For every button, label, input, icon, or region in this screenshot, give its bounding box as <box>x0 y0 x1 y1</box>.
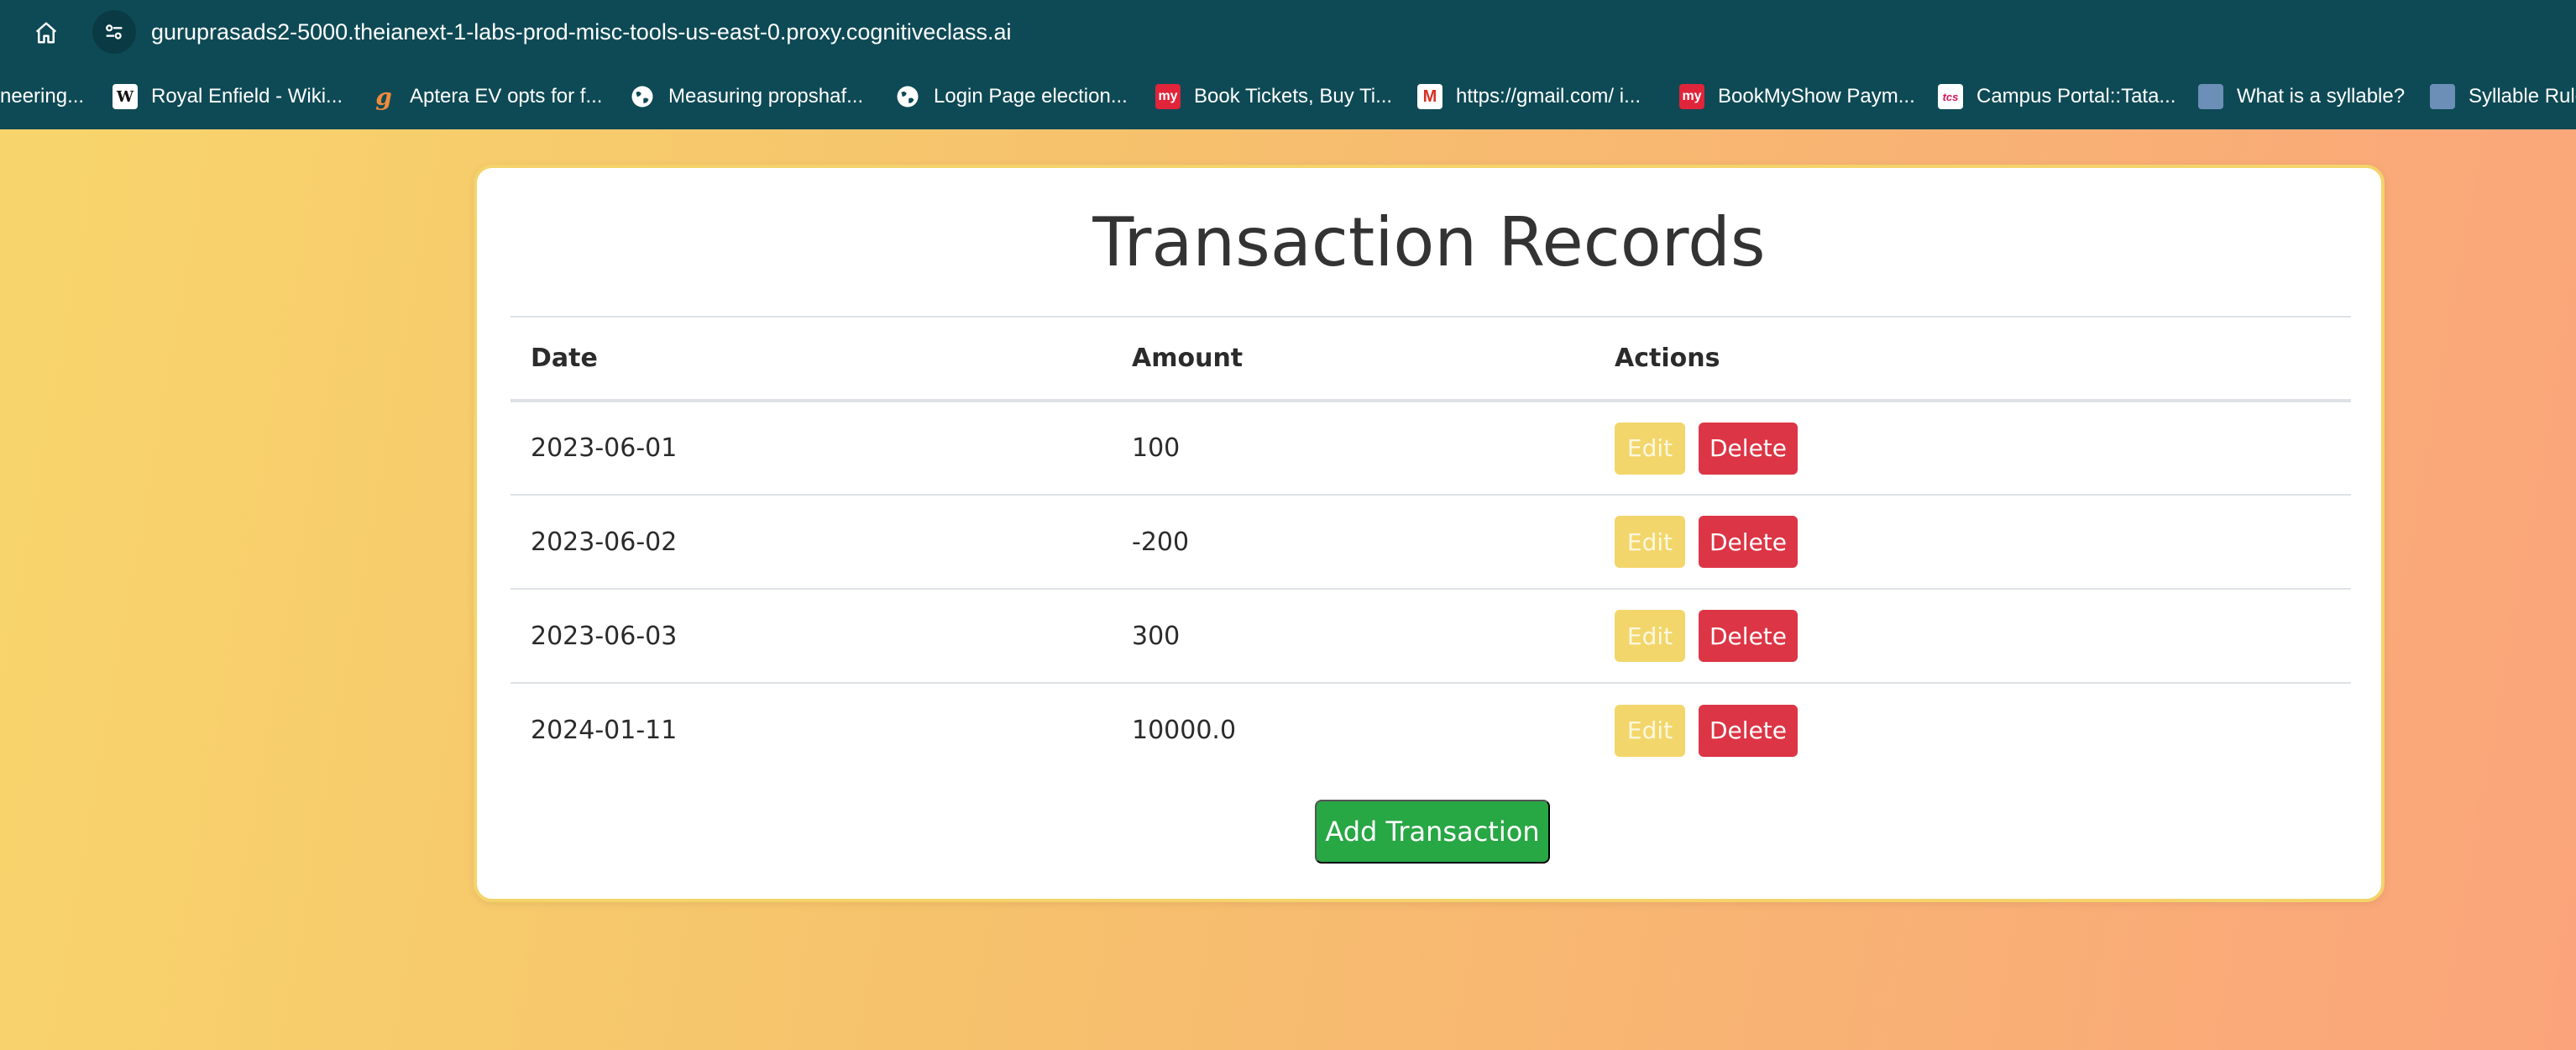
bookmark-item[interactable]: M https://gmail.com/ i... <box>1417 79 1641 114</box>
table-row: 2023-06-02 -200 Edit Delete <box>510 495 2351 590</box>
globe-icon <box>631 86 653 108</box>
bookmark-item[interactable]: Measuring propshaf... <box>630 79 863 114</box>
bookmark-label: Measuring propshaf... <box>668 85 864 108</box>
bookmark-label: Syllable Rule <box>2469 85 2576 108</box>
bookmark-label: Aptera EV opts for f... <box>410 85 603 108</box>
wikipedia-icon: W <box>113 84 138 109</box>
transactions-table-container: Date Amount Actions 2023-06-01 100 Edit D… <box>510 316 2351 777</box>
table-header-row: Date Amount Actions <box>510 316 2351 402</box>
cell-actions: Edit Delete <box>1594 589 2351 684</box>
cell-date: 2023-06-02 <box>510 495 1112 590</box>
delete-button[interactable]: Delete <box>1699 610 1798 662</box>
delete-button[interactable]: Delete <box>1699 704 1798 757</box>
cell-amount: 100 <box>1112 401 1594 496</box>
home-icon <box>35 22 57 44</box>
bookmark-item[interactable]: tcs Campus Portal::Tata... <box>1938 79 2175 114</box>
browser-toolbar: guruprasads2-5000.theianext-1-labs-prod-… <box>0 0 2576 64</box>
tcs-icon: tcs <box>1938 84 1963 109</box>
bookmark-label: Book Tickets, Buy Ti... <box>1194 85 1393 108</box>
thumbnail-icon <box>2198 84 2223 109</box>
cell-amount: 300 <box>1112 589 1594 684</box>
table-row: 2023-06-01 100 Edit Delete <box>510 401 2351 496</box>
cell-date: 2023-06-03 <box>510 589 1112 684</box>
gmail-icon: M <box>1417 84 1442 109</box>
edit-button[interactable]: Edit <box>1615 704 1685 757</box>
cell-actions: Edit Delete <box>1594 401 2351 496</box>
edit-button[interactable]: Edit <box>1615 422 1685 475</box>
tune-icon <box>106 24 123 39</box>
edit-button[interactable]: Edit <box>1615 516 1685 568</box>
bookmark-item[interactable]: my BookMyShow Paym... <box>1679 79 1915 114</box>
page-title: Transaction Records <box>1092 203 1766 281</box>
transactions-card: Transaction Records Date Amount Actions … <box>474 165 2385 902</box>
site-info-button[interactable] <box>92 10 136 54</box>
bookmarks-bar: neering... W Royal Enfield - Wiki... g A… <box>0 64 2576 129</box>
bookmark-item[interactable]: Login Page election... <box>895 79 1128 114</box>
cell-date: 2024-01-11 <box>531 716 678 745</box>
edit-button[interactable]: Edit <box>1615 610 1685 662</box>
bookmark-item[interactable]: What is a syllable? <box>2198 79 2405 114</box>
bookmark-item[interactable]: W Royal Enfield - Wiki... <box>113 79 343 114</box>
thumbnail-icon <box>2430 84 2455 109</box>
transactions-table: Date Amount Actions 2023-06-01 100 Edit D… <box>510 316 2351 777</box>
bookmark-label: Campus Portal::Tata... <box>1977 85 2176 108</box>
delete-button[interactable]: Delete <box>1699 422 1798 475</box>
bookmyshow-icon: my <box>1155 84 1181 109</box>
bookmark-label: neering... <box>0 85 85 108</box>
cell-actions: Edit Delete <box>1594 683 2351 777</box>
add-transaction-button[interactable]: Add Transaction <box>1315 800 1550 864</box>
column-header-date: Date <box>510 316 1112 402</box>
cell-actions: Edit Delete <box>1594 495 2351 590</box>
column-header-amount: Amount <box>1112 316 1594 402</box>
bookmark-item[interactable]: my Book Tickets, Buy Ti... <box>1155 79 1392 114</box>
bookmark-label: BookMyShow Paym... <box>1718 85 1915 108</box>
url-text: guruprasads2-5000.theianext-1-labs-prod-… <box>151 18 1012 45</box>
bookmark-item[interactable]: g Aptera EV opts for f... <box>371 79 602 114</box>
table-row: 2023-06-03 300 Edit Delete <box>510 589 2351 684</box>
home-button[interactable] <box>29 17 64 49</box>
bookmark-label: What is a syllable? <box>2237 85 2406 108</box>
cell-amount: -200 <box>1112 495 1594 590</box>
table-row: 2024-01-11 10000.0 Edit Delete <box>510 683 2351 777</box>
address-field[interactable]: guruprasads2-5000.theianext-1-labs-prod-… <box>92 8 2107 55</box>
bookmark-label: https://gmail.com/ i... <box>1456 85 1641 108</box>
bookmyshow-icon: my <box>1679 84 1704 109</box>
bookmark-label: Login Page election... <box>934 85 1128 108</box>
bookmark-item[interactable]: Syllable Rule <box>2430 79 2576 114</box>
globe-icon <box>897 86 919 108</box>
bookmark-label: Royal Enfield - Wiki... <box>151 85 343 108</box>
page-background: Transaction Records Date Amount Actions … <box>0 129 2576 1050</box>
gizmodo-icon: g <box>375 82 392 111</box>
delete-button[interactable]: Delete <box>1699 516 1798 568</box>
cell-amount: 10000.0 <box>1132 716 1237 745</box>
bookmark-item[interactable]: neering... <box>0 79 84 114</box>
cell-date: 2023-06-01 <box>510 401 1112 496</box>
column-header-actions: Actions <box>1594 316 2351 402</box>
